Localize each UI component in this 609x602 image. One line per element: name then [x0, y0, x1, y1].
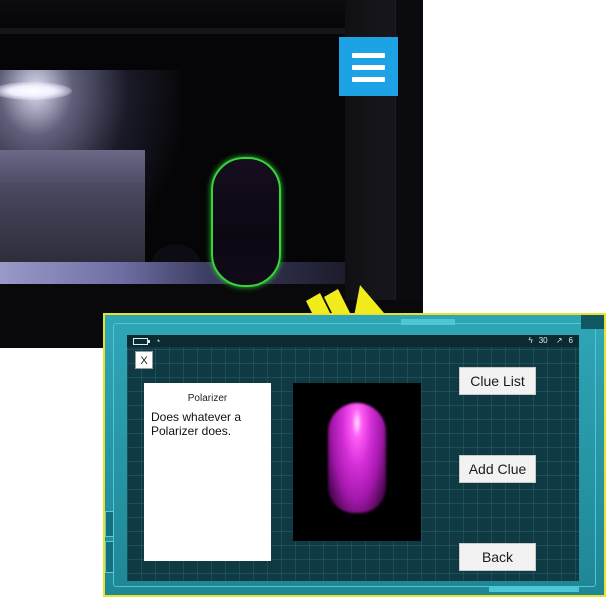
glowing-capsule-icon — [328, 403, 386, 513]
close-button[interactable]: X — [135, 351, 153, 369]
battery-icon — [133, 338, 150, 345]
side-tab — [105, 541, 114, 573]
side-tab — [105, 511, 114, 537]
hamburger-icon[interactable] — [339, 37, 398, 96]
clue-info-card: Polarizer Does whatever a Polarizer does… — [144, 383, 271, 561]
bezel-notch — [489, 587, 579, 592]
clue-title: Polarizer — [187, 393, 228, 404]
tool-count: 6 — [568, 336, 573, 345]
floor — [0, 262, 345, 284]
back-button[interactable]: Back — [459, 543, 536, 571]
crate — [0, 183, 145, 265]
wifi-icon: ◔ — [155, 336, 161, 346]
clue-preview — [293, 383, 421, 541]
energy-icon: ϟ — [528, 336, 533, 345]
bezel-corner — [581, 315, 604, 329]
energy-count: 30 — [538, 336, 548, 345]
polarizer-object[interactable] — [211, 157, 281, 287]
status-bar: ◔ ϟ 30 ↗ 6 — [127, 335, 579, 347]
clue-device: ◔ ϟ 30 ↗ 6 X Polarizer Does whatever a Pol… — [103, 313, 606, 597]
device-screen: ◔ ϟ 30 ↗ 6 X Polarizer Does whatever a Pol… — [127, 335, 579, 581]
wall-pillar-edge — [395, 0, 423, 300]
clue-list-button[interactable]: Clue List — [459, 367, 536, 395]
ceiling-beam — [0, 28, 345, 34]
tool-icon: ↗ — [555, 336, 563, 345]
bezel-notch — [401, 319, 455, 325]
crate-top — [0, 150, 145, 184]
status-counters: ϟ 30 ↗ 6 — [522, 335, 573, 347]
add-clue-button[interactable]: Add Clue — [459, 455, 536, 483]
clue-description: Does whatever a Polarizer does. — [151, 410, 242, 438]
